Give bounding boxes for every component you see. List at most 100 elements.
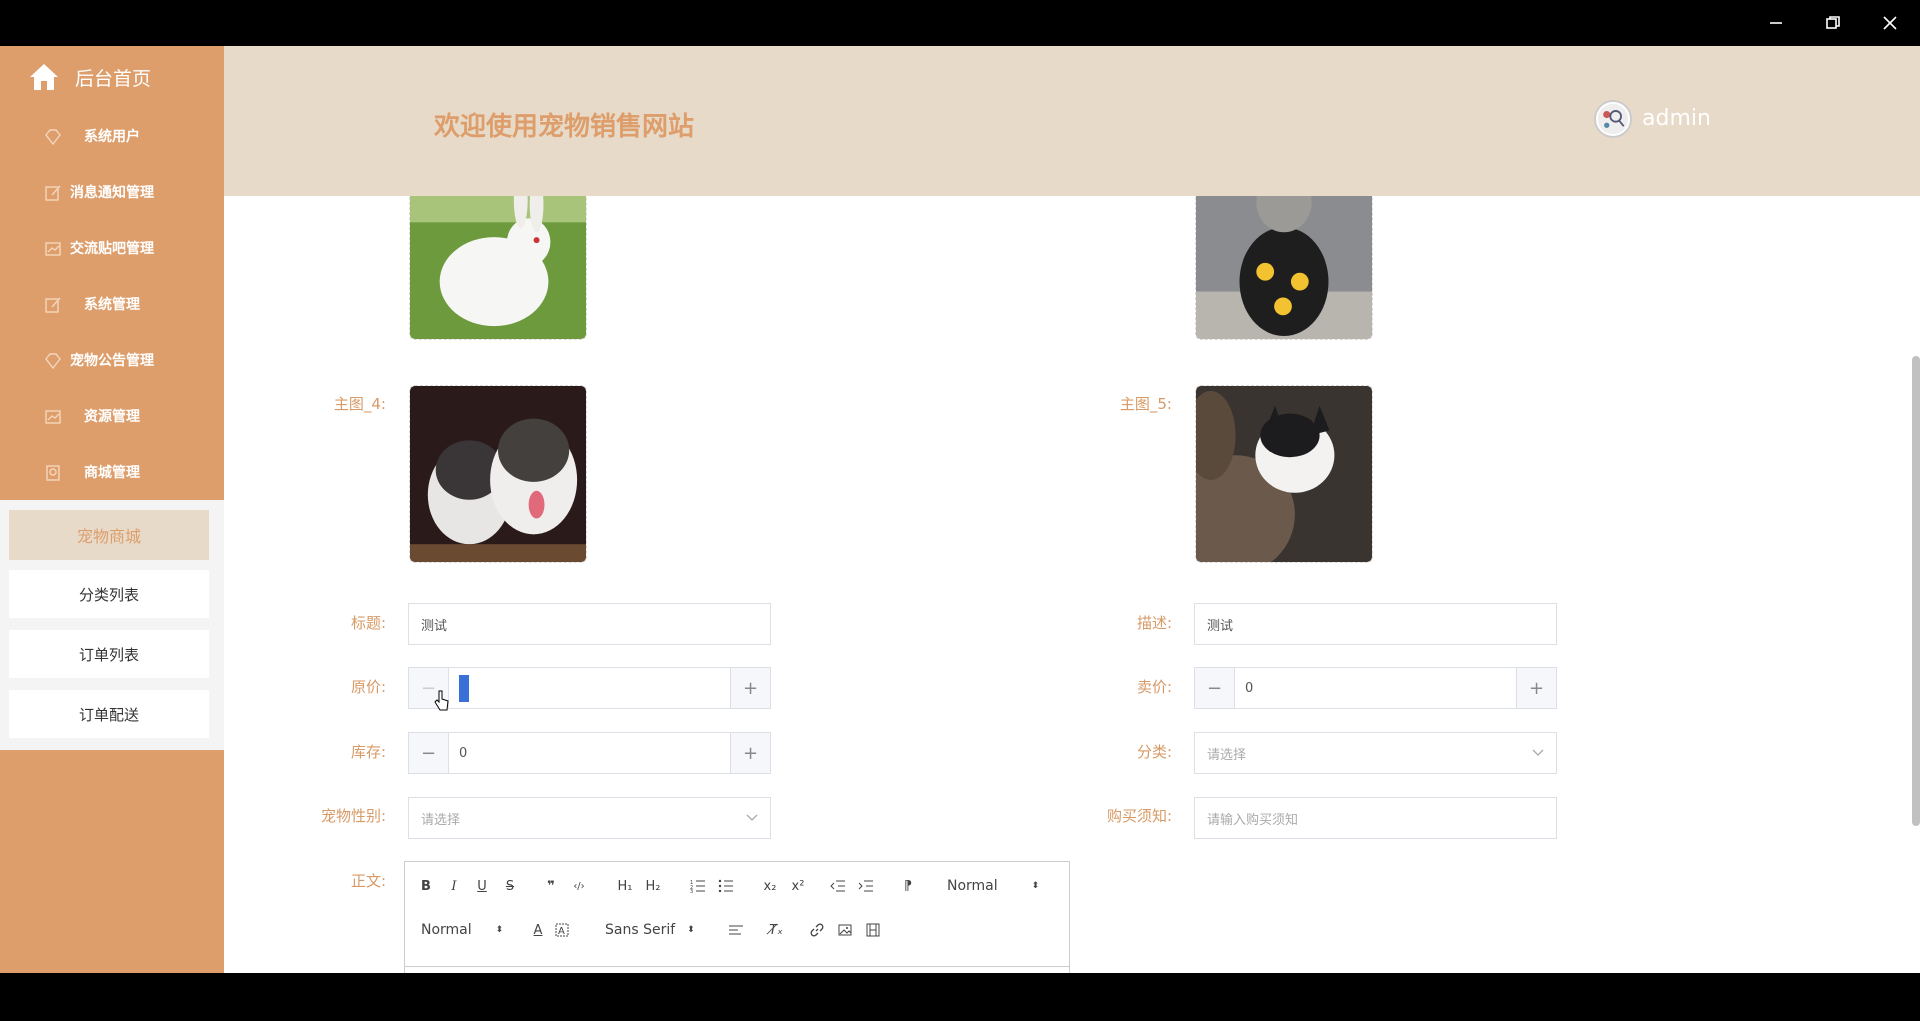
svg-text:A: A [558, 926, 565, 937]
background-color-icon[interactable]: A [555, 920, 569, 940]
sidebar-item-home[interactable]: 后台首页 [0, 46, 224, 108]
sidebar-item-resources[interactable]: 资源管理 [0, 388, 224, 444]
increment-button[interactable]: + [730, 668, 770, 708]
sale-price-value[interactable]: 0 [1235, 668, 1516, 708]
clear-format-button[interactable]: T̸ₓ [767, 920, 785, 940]
updown-icon: ⬍ [687, 925, 695, 935]
text-color-button[interactable]: A [531, 920, 545, 940]
editor-divider [405, 966, 1069, 967]
image5-label: 主图_5: [1119, 395, 1172, 413]
sidebar-item-notifications[interactable]: 消息通知管理 [0, 164, 224, 220]
home-label: 后台首页 [75, 67, 152, 90]
italic-button[interactable]: I [447, 876, 461, 896]
menu-label: 系统用户 [84, 129, 140, 145]
strike-button[interactable]: S [503, 876, 517, 896]
chevron-down-icon [1532, 746, 1544, 761]
description-input[interactable]: 测试 [1194, 603, 1557, 645]
sidebar-item-announcements[interactable]: 宠物公告管理 [0, 332, 224, 388]
image-icon[interactable] [837, 920, 853, 940]
align-left-icon[interactable] [727, 920, 745, 940]
category-select[interactable]: 请选择 [1194, 732, 1557, 774]
sidebar: 后台首页 系统用户 消息通知管理 交流贴吧管理 系统管理 宠物公告管理 资源管理… [0, 46, 224, 973]
h2-button[interactable]: H₂ [643, 876, 663, 896]
ordered-list-icon[interactable]: 123 [689, 876, 707, 896]
stock-value[interactable]: 0 [449, 733, 730, 773]
close-icon[interactable] [1862, 0, 1918, 46]
subscript-button[interactable]: x₂ [761, 876, 779, 896]
edit-icon [44, 184, 62, 202]
stock-label: 库存: [350, 743, 386, 761]
rich-text-editor[interactable]: B I U S ❞ ‹/› H₁ H₂ 123 x₂ x² ⁋ Normal ⬍… [404, 861, 1070, 973]
submenu-title[interactable]: 宠物商城 [9, 510, 209, 560]
gender-placeholder: 请选择 [421, 812, 461, 828]
blockquote-button[interactable]: ❞ [543, 876, 559, 896]
original-price-value[interactable]: 0 [449, 668, 730, 708]
main-image-2[interactable] [409, 196, 587, 340]
updown-icon: ⬍ [1031, 881, 1040, 891]
header-select-value: Normal [947, 878, 998, 894]
body-label: 正文: [350, 872, 386, 890]
font-select-value: Sans Serif [605, 922, 676, 938]
submenu-item-order-list[interactable]: 订单列表 [9, 630, 209, 678]
outdent-icon[interactable] [829, 876, 847, 896]
chart-icon [44, 408, 62, 426]
submenu-panel: 宠物商城 分类列表 订单列表 订单配送 [0, 500, 224, 750]
category-placeholder: 请选择 [1207, 747, 1247, 763]
size-select-value: Normal [421, 922, 472, 938]
original-price-stepper[interactable]: − 0 + [408, 667, 771, 709]
edit-icon [44, 296, 62, 314]
title-input[interactable]: 测试 [408, 603, 771, 645]
main-image-3[interactable] [1195, 196, 1373, 340]
decrement-button[interactable]: − [1195, 668, 1235, 708]
original-price-label: 原价: [350, 678, 386, 696]
sidebar-item-mall[interactable]: 商城管理 [0, 444, 224, 500]
badge-icon [44, 464, 62, 482]
bullet-list-icon[interactable] [717, 876, 735, 896]
increment-button[interactable]: + [1516, 668, 1556, 708]
sidebar-item-forum[interactable]: 交流贴吧管理 [0, 220, 224, 276]
username[interactable]: admin [1642, 106, 1711, 131]
bold-button[interactable]: B [419, 876, 433, 896]
minimize-icon[interactable] [1748, 0, 1804, 46]
font-select[interactable]: Sans Serif ⬍ [605, 920, 695, 940]
text-direction-button[interactable]: ⁋ [899, 876, 917, 896]
submenu-item-category-list[interactable]: 分类列表 [9, 570, 209, 618]
header-select[interactable]: Normal ⬍ [947, 876, 1039, 896]
diamond-icon [44, 352, 62, 370]
h1-button[interactable]: H₁ [615, 876, 635, 896]
restore-icon[interactable] [1805, 0, 1861, 46]
home-icon [27, 60, 61, 94]
main-image-5[interactable] [1195, 385, 1373, 563]
submenu-item-order-delivery[interactable]: 订单配送 [9, 690, 209, 738]
chevron-down-icon [746, 811, 758, 826]
title-label: 标题: [350, 614, 386, 632]
superscript-button[interactable]: x² [789, 876, 807, 896]
sidebar-item-system[interactable]: 系统管理 [0, 276, 224, 332]
main-image-4[interactable] [409, 385, 587, 563]
chart-icon [44, 240, 62, 258]
sale-price-stepper[interactable]: − 0 + [1194, 667, 1557, 709]
size-select[interactable]: Normal ⬍ [421, 920, 503, 940]
increment-button[interactable]: + [730, 733, 770, 773]
avatar[interactable] [1594, 100, 1632, 138]
video-icon[interactable] [865, 920, 881, 940]
notice-label: 购买须知: [1106, 807, 1172, 825]
decrement-button[interactable]: − [409, 733, 449, 773]
indent-icon[interactable] [857, 876, 875, 896]
page-title: 欢迎使用宠物销售网站 [434, 112, 695, 142]
form-area: 主图_4: 主图_5: 标题: 测试 描述: 测试 原价: − 0 + 卖价: … [224, 196, 1920, 973]
window-titlebar [0, 0, 1920, 46]
diamond-icon [44, 128, 62, 146]
top-header: 欢迎使用宠物销售网站 admin [224, 46, 1920, 196]
code-button[interactable]: ‹/› [569, 876, 589, 896]
stock-stepper[interactable]: − 0 + [408, 732, 771, 774]
link-icon[interactable] [809, 920, 825, 940]
menu-label: 商城管理 [84, 465, 140, 481]
underline-button[interactable]: U [475, 876, 489, 896]
updown-icon: ⬍ [495, 925, 504, 935]
gender-select[interactable]: 请选择 [408, 797, 771, 839]
sidebar-item-system-users[interactable]: 系统用户 [0, 108, 224, 164]
notice-input[interactable]: 请输入购买须知 [1194, 797, 1557, 839]
scrollbar[interactable] [1912, 356, 1920, 826]
menu-label: 消息通知管理 [70, 185, 154, 201]
